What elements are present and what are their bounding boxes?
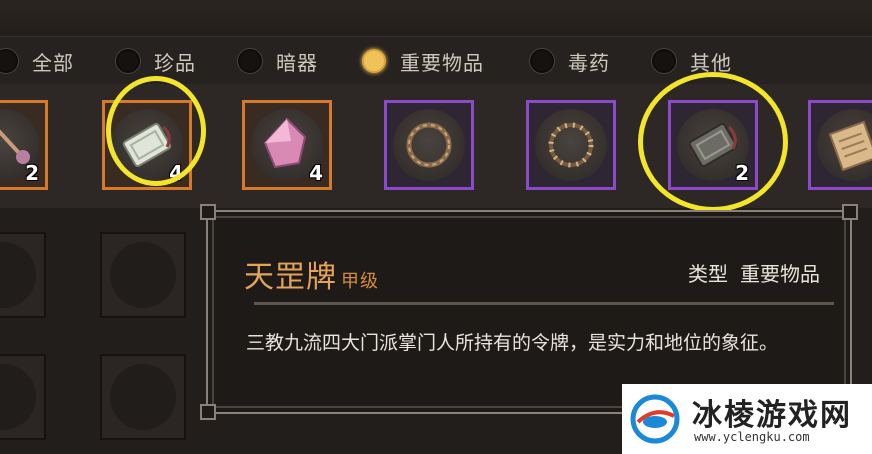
item-slot[interactable]: 4 — [242, 100, 332, 190]
highlight-ring — [106, 76, 206, 186]
watermark-title: 冰棱游戏网 — [692, 398, 852, 433]
item-count: 4 — [309, 161, 323, 185]
rope-ring-icon — [406, 122, 452, 168]
item-grade: 甲级 — [341, 271, 379, 292]
type-value: 重要物品 — [740, 262, 820, 286]
empty-slot[interactable] — [0, 232, 46, 318]
item-type: 类型 重要物品 — [688, 258, 820, 287]
watermark-logo-icon — [630, 394, 680, 444]
radio-icon — [116, 49, 140, 73]
tab-label: 毒药 — [568, 50, 610, 75]
bead-ring-icon — [548, 122, 594, 168]
scroll-icon — [828, 120, 872, 172]
radio-icon — [0, 49, 18, 73]
tooltip-corner — [200, 204, 216, 220]
type-label: 类型 — [688, 262, 728, 286]
radio-icon — [238, 49, 262, 73]
top-band — [0, 0, 872, 36]
item-slot[interactable] — [384, 100, 474, 190]
item-slot[interactable] — [526, 100, 616, 190]
tab-key-items[interactable]: 重要物品 — [362, 37, 484, 85]
radio-icon — [652, 49, 676, 73]
tab-poisons[interactable]: 毒药 — [530, 37, 610, 85]
radio-icon — [530, 49, 554, 73]
tooltip-divider — [254, 302, 834, 305]
watermark-url: www.yclengku.com — [694, 430, 810, 444]
tab-label: 暗器 — [276, 50, 318, 75]
empty-slot[interactable] — [100, 354, 186, 440]
tab-label: 珍品 — [154, 50, 196, 75]
item-description: 三教九流四大门派掌门人所持有的令牌，是实力和地位的象征。 — [246, 332, 779, 354]
tooltip-corner — [200, 404, 216, 420]
highlight-ring — [638, 72, 788, 212]
tab-all[interactable]: 全部 — [0, 37, 74, 85]
tab-label: 重要物品 — [400, 50, 484, 75]
tab-label: 全部 — [32, 50, 74, 75]
tooltip-corner — [842, 204, 858, 220]
site-watermark: 冰棱游戏网 www.yclengku.com — [622, 384, 872, 454]
item-slot[interactable]: 2 — [0, 100, 48, 190]
item-name-line: 天罡牌 甲级 — [244, 252, 379, 296]
radio-selected-icon — [362, 49, 386, 73]
tab-hidden-weapons[interactable]: 暗器 — [238, 37, 318, 85]
item-slot[interactable] — [808, 100, 872, 190]
empty-slot[interactable] — [0, 354, 46, 440]
item-count: 2 — [25, 161, 39, 185]
empty-slot[interactable] — [100, 232, 186, 318]
item-name: 天罡牌 — [244, 260, 337, 295]
